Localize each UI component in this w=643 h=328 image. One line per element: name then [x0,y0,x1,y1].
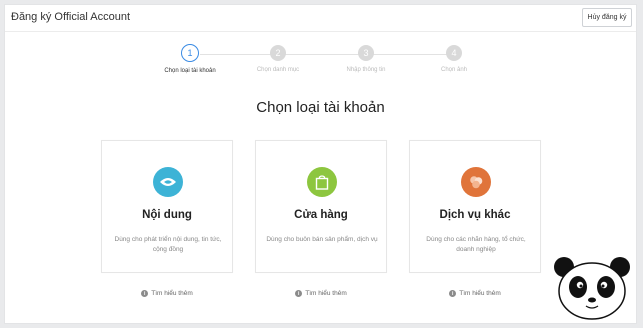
card-description: Dùng cho buôn bán sản phẩm, dịch vụ [266,236,378,243]
panda-watermark-icon [554,257,630,320]
step-3-label: Nhập thông tin [346,67,386,73]
shop-bag-icon [307,167,337,197]
learn-more-label: Tìm hiểu thêm [459,290,501,297]
section-heading: Chọn loại tài khoản [256,99,385,116]
card-title: Dịch vụ khác [439,209,511,221]
step-3: 3 Nhập thông tin [336,43,396,73]
step-4: 4 Chọn ảnh [424,43,484,73]
learn-more-label: Tìm hiểu thêm [305,290,347,297]
page-header: Đăng ký Official Account Hủy đăng ký [5,5,636,32]
registration-panel: Đăng ký Official Account Hủy đăng ký 1 C… [4,4,637,324]
account-type-card-shop[interactable]: Cửa hàng Dùng cho buôn bán sản phẩm, dịc… [255,140,387,273]
learn-more-link-services[interactable]: i Tìm hiểu thêm [409,290,541,297]
services-icon [461,167,491,197]
stepper: 1 Chọn loại tài khoản 2 Chọn danh mục 3 … [5,43,636,83]
info-icon: i [141,290,149,297]
card-title: Cửa hàng [294,209,348,221]
learn-more-link-content[interactable]: i Tìm hiểu thêm [101,290,233,297]
info-icon: i [295,290,303,297]
step-1-label: Chọn loại tài khoản [164,68,216,74]
step-4-circle: 4 [446,45,462,61]
step-2-circle: 2 [270,45,286,61]
step-4-label: Chọn ảnh [440,67,468,73]
card-description: Dùng cho phát triển nội dung, tin tức, c… [114,236,222,253]
step-1: 1 Chọn loại tài khoản [160,43,220,74]
account-type-card-services[interactable]: Dịch vụ khác Dùng cho các nhãn hàng, tổ … [409,140,541,273]
page-title: Đăng ký Official Account [11,11,131,23]
step-2: 2 Chọn danh mục [248,43,308,73]
step-1-circle: 1 [181,44,199,62]
cancel-registration-button[interactable]: Hủy đăng ký [582,8,632,27]
step-3-circle: 3 [358,45,374,61]
content-icon [153,167,183,197]
stepper-line [200,54,460,55]
account-type-card-content[interactable]: Nội dung Dùng cho phát triển nội dung, t… [101,140,233,273]
card-title: Nội dung [142,209,192,221]
card-description: Dùng cho các nhãn hàng, tổ chức, doanh n… [426,236,526,253]
info-icon: i [449,290,457,297]
step-2-label: Chọn danh mục [256,67,300,73]
learn-more-label: Tìm hiểu thêm [151,290,193,297]
learn-more-link-shop[interactable]: i Tìm hiểu thêm [255,290,387,297]
